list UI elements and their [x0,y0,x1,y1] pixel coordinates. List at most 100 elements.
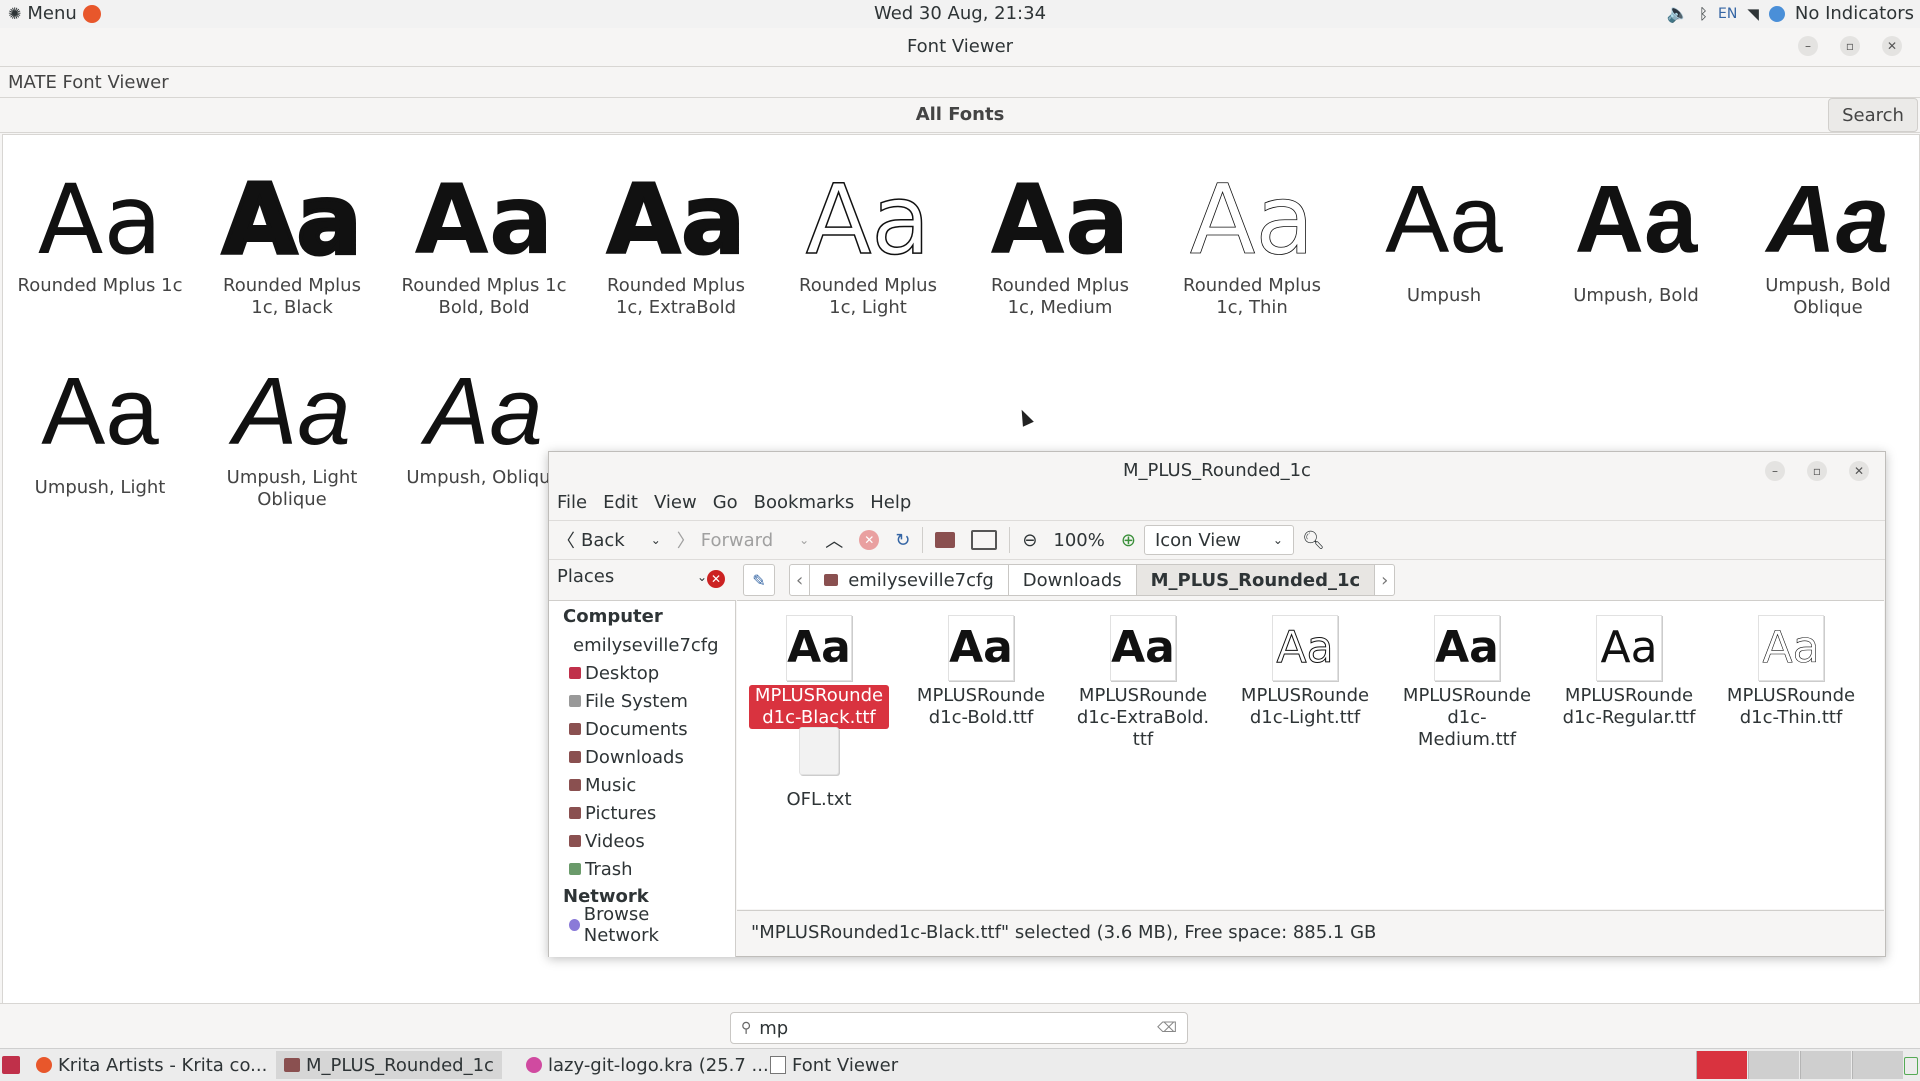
maximize-button[interactable]: ▫ [1840,36,1860,56]
main-menu-button[interactable]: ✺ Menu [8,3,101,24]
sidebar-item-label: Trash [585,858,633,880]
stop-button[interactable]: ✕ [851,523,887,557]
close-button[interactable]: ✕ [1849,461,1869,481]
task-file-manager[interactable]: M_PLUS_Rounded_1c [276,1051,502,1079]
close-button[interactable]: ✕ [1882,36,1902,56]
sidebar-item-pictures[interactable]: Pictures [549,799,735,827]
task-font-viewer[interactable]: Font Viewer [762,1051,906,1079]
menu-help[interactable]: Help [862,488,919,518]
computer-button[interactable] [963,523,1005,557]
up-icon: ︿ [825,531,844,552]
sidebar-item-videos[interactable]: Videos [549,827,735,855]
clock[interactable]: Wed 30 Aug, 21:34 [0,3,1920,24]
file-item[interactable]: OFL.txt [749,727,889,811]
font-item[interactable]: Aa Umpush, Light Oblique [207,357,377,511]
folder-icon [569,723,581,735]
font-sample: Aa [1189,164,1315,276]
font-item[interactable]: Aa Umpush, Light [15,357,185,499]
font-item[interactable]: Aa Rounded Mplus 1c, ExtraBold [591,164,761,319]
font-search-input[interactable]: ⚲ mp ⌫ [730,1012,1188,1044]
breadcrumb-home[interactable]: emilyseville7cfg [810,565,1009,595]
zoom-in-icon: ⊕ [1120,529,1136,551]
volume-icon[interactable]: 🔈 [1667,3,1689,24]
file-item[interactable]: Aa MPLUSRounde d1c-Black.ttf [749,615,889,729]
chevron-down-icon[interactable]: ⌄ [799,533,809,547]
font-item[interactable]: Aa Rounded Mplus 1c, Black [207,163,377,319]
font-item[interactable]: Aa Rounded Mplus 1c Bold, Bold [399,165,569,319]
maximize-button[interactable]: ▫ [1807,461,1827,481]
clear-search-icon[interactable]: ⌫ [1157,1020,1177,1036]
keyboard-layout[interactable]: EN [1718,6,1737,22]
workspace-2[interactable] [1748,1051,1799,1079]
trash-applet-icon[interactable] [1904,1057,1918,1075]
reload-button[interactable]: ↻ [887,523,918,557]
home-folder-icon [824,574,839,586]
workspace-3[interactable] [1800,1051,1851,1079]
workspace-4[interactable] [1852,1051,1903,1079]
sidebar-item-desktop[interactable]: Desktop [549,659,735,687]
file-item[interactable]: Aa MPLUSRounde d1c-Light.ttf [1235,615,1375,729]
font-item[interactable]: Aa Rounded Mplus 1c, Medium [975,165,1145,319]
sidebar-item-trash[interactable]: Trash [549,855,735,883]
font-sample: Aa [605,164,746,276]
indicators-label[interactable]: No Indicators [1795,3,1914,24]
zoom-out-button[interactable]: ⊖ [1014,523,1045,557]
font-label: Rounded Mplus 1c, Thin [1183,275,1321,318]
firefox-icon[interactable] [82,4,101,23]
user-icon[interactable] [1768,5,1785,22]
zoom-level[interactable]: 100% [1045,523,1112,557]
sidebar-item-documents[interactable]: Documents [549,715,735,743]
workspace-1[interactable] [1696,1051,1747,1079]
view-mode-select[interactable]: Icon View ⌄ [1143,525,1294,555]
font-item[interactable]: Aa Rounded Mplus 1c [15,165,185,297]
file-item[interactable]: Aa MPLUSRounde d1c-Medium.ttf [1397,615,1537,751]
edit-location-button[interactable]: ✎ [743,564,775,596]
app-name: MATE Font Viewer [8,72,169,93]
breadcrumb-left-arrow[interactable]: ‹ [790,565,811,595]
search-files-button[interactable]: 🔍︎ [1294,523,1333,557]
menu-bookmarks[interactable]: Bookmarks [746,488,863,518]
drive-icon [569,695,581,707]
task-krita[interactable]: lazy-git-logo.kra (25.7 ... [518,1051,777,1079]
zoom-in-button[interactable]: ⊕ [1113,523,1144,557]
up-button[interactable]: ︿ [817,523,851,557]
bluetooth-icon[interactable]: ᛒ [1699,5,1708,23]
file-item[interactable]: Aa MPLUSRounde d1c-Regular.ttf [1559,615,1699,729]
places-select[interactable]: Places ⌄ [557,566,707,587]
breadcrumb-right-arrow[interactable]: › [1375,565,1394,595]
sidebar-item-downloads[interactable]: Downloads [549,743,735,771]
font-item[interactable]: Aa Umpush, Bold [1551,165,1721,307]
window-titlebar: Font Viewer – ▫ ✕ [0,28,1920,67]
sidebar-item-home[interactable]: emilyseville7cfg [549,631,735,659]
sidebar-item-filesystem[interactable]: File System [549,687,735,715]
minimize-button[interactable]: – [1765,461,1785,481]
breadcrumb-downloads[interactable]: Downloads [1009,565,1137,595]
font-item[interactable]: Aa Rounded Mplus 1c, Thin [1167,165,1337,319]
menu-view[interactable]: View [646,488,705,518]
breadcrumb-current[interactable]: M_PLUS_Rounded_1c [1136,565,1376,595]
menu-go[interactable]: Go [705,488,746,518]
file-item[interactable]: Aa MPLUSRounde d1c-Bold.ttf [911,615,1051,729]
sidebar-item-browse-network[interactable]: Browse Network [549,904,735,946]
mate-logo-icon: ✺ [8,4,22,23]
task-krita-firefox[interactable]: Krita Artists - Krita co... [28,1051,275,1079]
font-item[interactable]: Aa Rounded Mplus 1c, Light [783,164,953,319]
show-desktop-button[interactable] [2,1056,20,1074]
home-button[interactable] [927,523,963,557]
file-item[interactable]: Aa MPLUSRounde d1c-Thin.ttf [1721,615,1861,729]
font-item[interactable]: Aa Umpush, Oblique [399,357,569,489]
status-bar: "MPLUSRounded1c-Black.ttf" selected (3.6… [737,910,1884,954]
menu-file[interactable]: File [549,488,595,518]
minimize-button[interactable]: – [1798,36,1818,56]
font-item[interactable]: Aa Umpush [1359,165,1529,307]
forward-button[interactable]: 〉 Forward ⌄ [669,523,817,557]
sidebar-item-music[interactable]: Music [549,771,735,799]
back-button[interactable]: 〈 Back ⌄ [549,523,669,557]
font-item[interactable]: Aa Umpush, Bold Oblique [1743,165,1913,319]
file-item[interactable]: Aa MPLUSRounde d1c-ExtraBold. ttf [1073,615,1213,751]
menu-edit[interactable]: Edit [595,488,646,518]
close-sidebar-button[interactable]: ✕ [707,570,725,588]
chevron-down-icon[interactable]: ⌄ [651,533,661,547]
search-button[interactable]: Search [1828,98,1918,132]
wifi-icon[interactable]: ◥ [1747,5,1759,23]
